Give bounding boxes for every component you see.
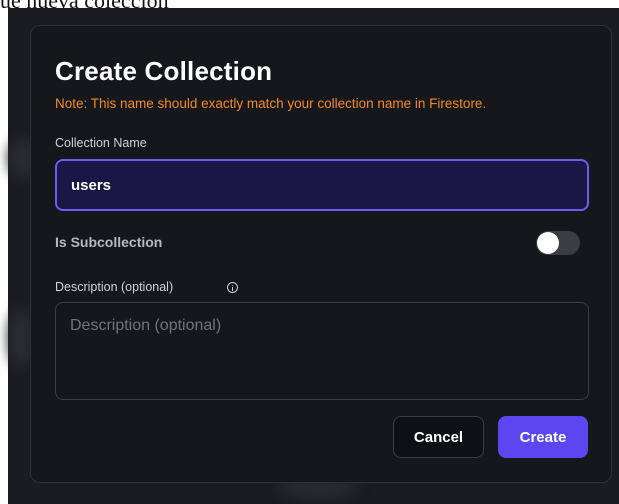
collection-name-label: Collection Name [55, 136, 147, 150]
cancel-button[interactable]: Cancel [393, 416, 484, 458]
collection-name-input[interactable] [55, 159, 589, 211]
dialog-title: Create Collection [55, 56, 273, 86]
info-icon[interactable] [227, 282, 238, 293]
create-button[interactable]: Create [498, 416, 588, 458]
description-input[interactable] [55, 302, 589, 400]
subcollection-toggle[interactable] [536, 231, 580, 255]
toggle-knob [537, 232, 559, 254]
create-collection-dialog: Create Collection Note: This name should… [30, 25, 612, 483]
firestore-name-note: Note: This name should exactly match you… [55, 96, 487, 111]
description-label: Description (optional) [55, 280, 174, 294]
subcollection-label: Is Subcollection [55, 234, 163, 250]
